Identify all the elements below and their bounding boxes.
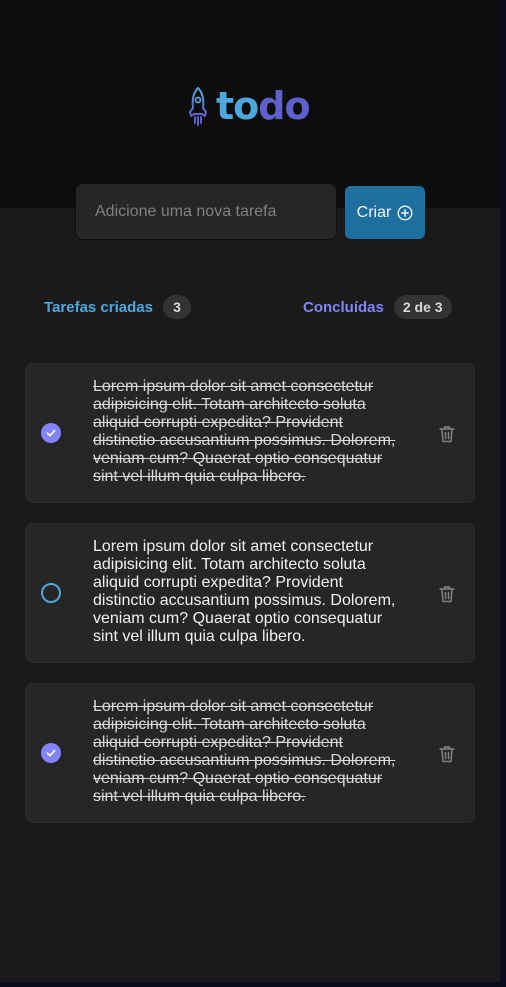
task-done-checkbox[interactable]: [41, 423, 61, 443]
done-tasks-badge: 2 de 3: [393, 295, 452, 319]
logo-text: todo: [216, 84, 311, 128]
task-text: Lorem ipsum dolor sit amet consectetur a…: [93, 378, 396, 485]
check-icon: [46, 429, 56, 437]
done-tasks-counter: Concluídas 2 de 3: [303, 295, 452, 319]
task-text: Lorem ipsum dolor sit amet consectetur a…: [93, 538, 396, 645]
created-tasks-badge: 3: [162, 295, 191, 319]
logo-text-to: to: [216, 84, 259, 128]
task-item: Lorem ipsum dolor sit amet consectetur a…: [25, 363, 475, 503]
header: todo: [0, 0, 500, 208]
task-item: Lorem ipsum dolor sit amet consectetur a…: [25, 683, 475, 823]
task-text: Lorem ipsum dolor sit amet consectetur a…: [93, 698, 396, 805]
rocket-icon: [189, 87, 207, 126]
create-button-label: Criar: [356, 203, 392, 221]
create-button[interactable]: Criar: [345, 186, 425, 239]
plus-circle-icon: [397, 204, 413, 221]
delete-task-button[interactable]: [436, 423, 458, 445]
logo-text-do: do: [258, 84, 310, 128]
task-done-checkbox[interactable]: [41, 743, 61, 763]
created-tasks-label: Tarefas criadas: [44, 298, 153, 316]
created-tasks-counter: Tarefas criadas 3: [44, 295, 191, 319]
new-task-input[interactable]: Adicione uma nova tarefa: [75, 183, 337, 240]
delete-task-button[interactable]: [436, 583, 458, 605]
task-item: Lorem ipsum dolor sit amet consectetur a…: [25, 523, 475, 663]
logo: todo: [186, 84, 311, 128]
trash-icon: [439, 586, 455, 603]
window-edge-bottom: [0, 982, 506, 987]
trash-icon: [439, 426, 455, 443]
check-icon: [46, 749, 56, 757]
done-tasks-label: Concluídas: [303, 298, 384, 316]
delete-task-button[interactable]: [436, 743, 458, 765]
new-task-placeholder: Adicione uma nova tarefa: [95, 202, 277, 220]
task-done-checkbox[interactable]: [41, 583, 61, 603]
trash-icon: [439, 746, 455, 763]
window-edge: [500, 0, 506, 987]
